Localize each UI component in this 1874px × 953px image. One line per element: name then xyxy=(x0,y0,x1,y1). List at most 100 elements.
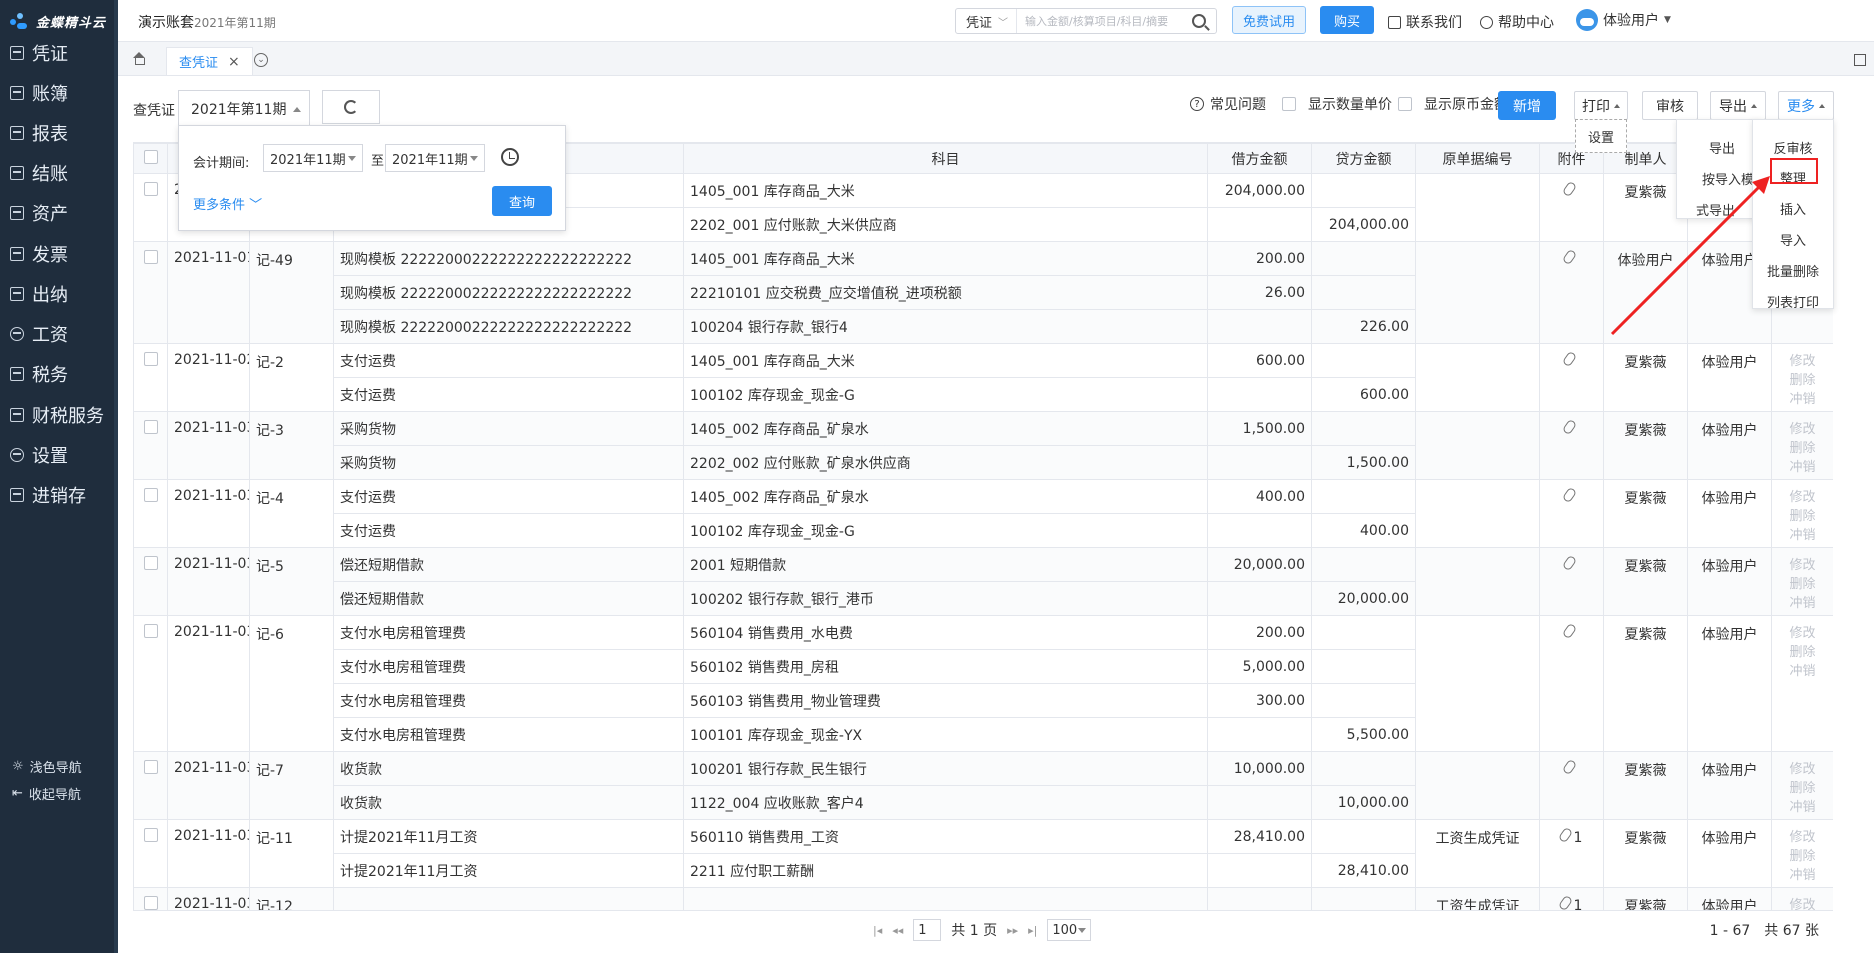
row-checkbox[interactable] xyxy=(143,760,158,774)
tab-menu-icon[interactable]: ⌄ xyxy=(254,53,268,67)
edit-link[interactable]: 修改 xyxy=(1778,828,1827,847)
edit-link[interactable]: 修改 xyxy=(1778,556,1827,575)
attachment-cell[interactable] xyxy=(1539,343,1604,412)
sidebar-item-6[interactable]: 出纳 xyxy=(10,279,68,309)
insert-item[interactable]: 插入 xyxy=(1753,199,1833,218)
paperclip-icon[interactable] xyxy=(1561,418,1578,436)
search-type-select[interactable]: 凭证 ﹀ xyxy=(956,9,1018,33)
reverse-link[interactable]: 冲销 xyxy=(1778,390,1827,409)
sidebar-item-1[interactable]: 账簿 xyxy=(10,78,68,108)
checkbox[interactable] xyxy=(1398,97,1412,111)
paperclip-icon[interactable] xyxy=(1557,894,1573,910)
faq-link[interactable]: ? 常见问题 xyxy=(1190,94,1266,114)
period-from-select[interactable]: 2021年11期 xyxy=(263,144,363,172)
import-item[interactable]: 导入 xyxy=(1753,230,1833,249)
sidebar-item-10[interactable]: 设置 xyxy=(10,440,68,470)
voucher-number[interactable]: 记-6 xyxy=(249,615,334,752)
delete-link[interactable]: 删除 xyxy=(1778,643,1827,662)
attachment-cell[interactable] xyxy=(1539,411,1604,480)
edit-link[interactable]: 修改 xyxy=(1778,488,1827,507)
home-icon[interactable] xyxy=(132,52,146,66)
edit-link[interactable]: 修改 xyxy=(1778,760,1827,779)
paperclip-icon[interactable] xyxy=(1557,826,1573,844)
refresh-button[interactable] xyxy=(322,90,380,124)
sidebar-item-4[interactable]: 资产 xyxy=(10,198,68,228)
voucher-number[interactable]: 记-7 xyxy=(249,751,334,820)
sidebar-item-11[interactable]: 进销存 xyxy=(10,480,86,510)
next-page-icon[interactable]: ▸▸ xyxy=(1007,924,1018,937)
table-row[interactable]: 2021-11-02 记-2 支付运费 1405_001 库存商品_大米 600.00 夏… xyxy=(133,343,1833,412)
user-menu[interactable]: 体验用户 ▼ xyxy=(1576,9,1671,31)
list-print-item[interactable]: 列表打印 xyxy=(1753,292,1833,311)
attachment-cell[interactable] xyxy=(1539,751,1604,820)
edit-link[interactable]: 修改 xyxy=(1778,896,1827,910)
show-currency-checkbox[interactable]: 显示原币金额 xyxy=(1398,94,1508,114)
checkbox[interactable] xyxy=(1282,97,1296,111)
row-checkbox[interactable] xyxy=(143,352,158,366)
table-row[interactable]: 2021-11-03记-12发放2021年11月工资2211 应付职工薪酬28,… xyxy=(133,887,1833,910)
row-checkbox[interactable] xyxy=(143,624,158,638)
page-number-input[interactable]: 1 xyxy=(913,919,942,941)
reverse-link[interactable]: 冲销 xyxy=(1778,798,1827,817)
paperclip-icon[interactable] xyxy=(1561,486,1578,504)
close-icon[interactable]: × xyxy=(228,54,240,70)
export-item[interactable]: 导出 xyxy=(1709,138,1735,157)
print-button[interactable]: 打印 xyxy=(1574,91,1628,120)
unaudit-item[interactable]: 反审核 xyxy=(1753,138,1833,157)
attachment-cell[interactable]: 1 xyxy=(1539,819,1604,888)
period-to-select[interactable]: 2021年11期 xyxy=(385,144,485,172)
attachment-cell[interactable] xyxy=(1539,615,1604,752)
tab-voucher-query[interactable]: 查凭证 × xyxy=(166,47,253,75)
table-row[interactable]: 2021-11-03 记-7 收货款 100201 银行存款_民生银行 10,000.0… xyxy=(133,751,1833,820)
show-qty-checkbox[interactable]: 显示数量单价 xyxy=(1282,94,1392,114)
attachment-cell[interactable] xyxy=(1539,241,1604,344)
voucher-number[interactable]: 记-5 xyxy=(249,547,334,616)
delete-link[interactable]: 删除 xyxy=(1778,779,1827,798)
more-conditions-link[interactable]: 更多条件 ﹀ xyxy=(193,194,262,213)
attachment-cell[interactable] xyxy=(1539,479,1604,548)
light-nav-toggle[interactable]: ☼ 浅色导航 xyxy=(12,757,82,776)
voucher-number[interactable]: 记-3 xyxy=(249,411,334,480)
edit-link[interactable]: 修改 xyxy=(1778,624,1827,643)
attachment-cell[interactable] xyxy=(1539,173,1604,242)
table-row[interactable]: 2021-11-03 记-11 计提2021年11月工资 560110 销售费用_工资… xyxy=(133,819,1833,888)
attachment-cell[interactable] xyxy=(1539,547,1604,616)
voucher-number[interactable]: 记-2 xyxy=(249,343,334,412)
clock-icon[interactable] xyxy=(501,148,519,166)
contact-us-link[interactable]: 联系我们 xyxy=(1388,12,1462,32)
voucher-number[interactable]: 记-4 xyxy=(249,479,334,548)
table-row[interactable]: 2021-11-03 记-5 偿还短期借款 2001 短期借款 20,000.00 夏紫薇… xyxy=(133,547,1833,616)
edit-link[interactable]: 修改 xyxy=(1778,420,1827,439)
sidebar-item-5[interactable]: 发票 xyxy=(10,239,68,269)
table-row[interactable]: 2021-11-03 记-3 采购货物 1405_002 库存商品_矿泉水 1,500.… xyxy=(133,411,1833,480)
delete-link[interactable]: 删除 xyxy=(1778,575,1827,594)
table-row[interactable]: 2021-11-01 记-49 现购模板 222220002222222222222… xyxy=(133,241,1833,344)
paperclip-icon[interactable] xyxy=(1561,180,1578,198)
row-checkbox[interactable] xyxy=(143,420,158,434)
batch-delete-item[interactable]: 批量删除 xyxy=(1753,261,1833,280)
table-row[interactable]: 2021-11-03 记-6 支付水电房租管理费 560104 销售费用_水电费 200… xyxy=(133,615,1833,752)
delete-link[interactable]: 删除 xyxy=(1778,507,1827,526)
account-book-title[interactable]: 演示账套2021年第11期 xyxy=(138,12,276,32)
reverse-link[interactable]: 冲销 xyxy=(1778,866,1827,885)
reverse-link[interactable]: 冲销 xyxy=(1778,458,1827,477)
attachment-cell[interactable]: 1 xyxy=(1539,887,1604,910)
prev-page-icon[interactable]: ◂◂ xyxy=(892,924,903,937)
audit-button[interactable]: 审核 xyxy=(1642,91,1698,120)
paperclip-icon[interactable] xyxy=(1561,350,1578,368)
row-checkbox[interactable] xyxy=(143,182,158,196)
sidebar-item-3[interactable]: 结账 xyxy=(10,158,68,188)
row-checkbox[interactable] xyxy=(143,828,158,842)
edit-link[interactable]: 修改 xyxy=(1778,352,1827,371)
page-size-select[interactable]: 100 xyxy=(1047,919,1092,941)
sidebar-item-0[interactable]: 凭证 xyxy=(10,38,68,68)
row-checkbox[interactable] xyxy=(143,250,158,264)
voucher-number[interactable]: 记-49 xyxy=(249,241,334,344)
row-checkbox[interactable] xyxy=(143,488,158,502)
buy-button[interactable]: 购买 xyxy=(1320,6,1374,34)
new-voucher-button[interactable]: 新增 xyxy=(1498,91,1556,120)
delete-link[interactable]: 删除 xyxy=(1778,847,1827,866)
paperclip-icon[interactable] xyxy=(1561,248,1578,266)
delete-link[interactable]: 删除 xyxy=(1778,371,1827,390)
free-trial-button[interactable]: 免费试用 xyxy=(1232,6,1306,34)
